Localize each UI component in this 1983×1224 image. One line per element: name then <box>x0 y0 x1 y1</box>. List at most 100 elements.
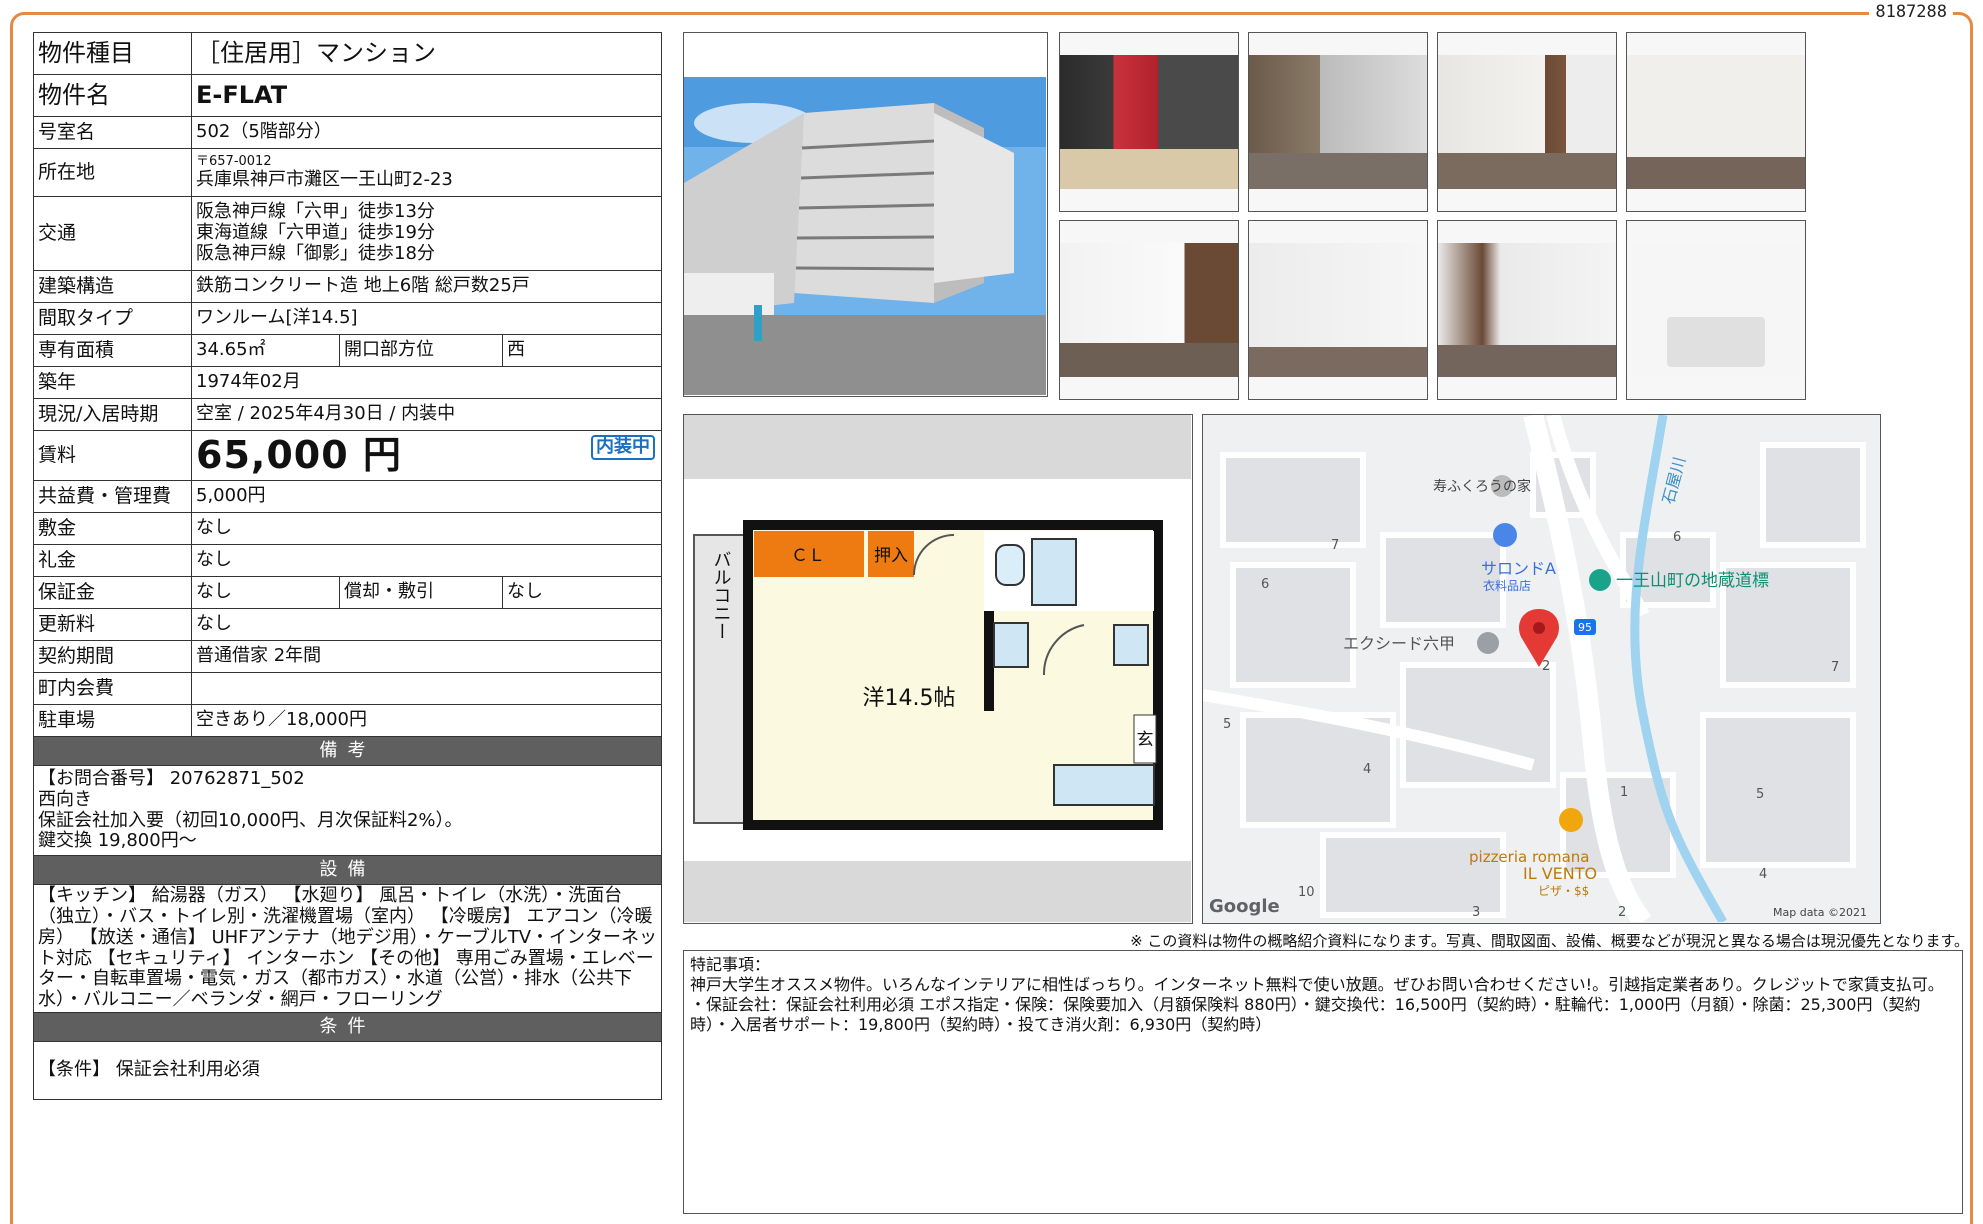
type-value: ［住居用］マンション <box>191 32 662 75</box>
notes-line: 保証会社加入要（初回10,000円、月次保証料2%）。 <box>38 809 463 831</box>
map-block-number: 10 <box>1298 885 1315 900</box>
map-block-number: 7 <box>1831 660 1839 675</box>
room-label: 号室名 <box>33 116 192 149</box>
photo-entrance-elevator <box>1059 32 1239 212</box>
notes-header: 備考 <box>33 736 662 766</box>
direction-value: 西 <box>502 334 662 367</box>
property-spec-table: 物件種目 ［住居用］マンション 物件名 E-FLAT 号室名 502（5階部分） 所在… <box>33 32 662 1100</box>
layout-label: 間取タイプ <box>33 302 192 335</box>
route-label: 95 <box>1578 621 1592 634</box>
rent-label: 賃料 <box>33 430 192 481</box>
contract-label: 契約期間 <box>33 640 192 673</box>
status-label: 現況/入居時期 <box>33 398 192 431</box>
map-label-excede: エクシード六甲 <box>1343 634 1455 653</box>
built-value: 1974年02月 <box>191 366 662 399</box>
layout-value: ワンルーム[洋14.5] <box>191 302 662 335</box>
notes-body: 【お問合番号】 20762871_502 西向き 保証会社加入要（初回10,000円… <box>33 765 662 856</box>
access-line: 阪急神戸線「御影」徒歩18分 <box>196 242 435 264</box>
renovation-badge: 内装中 <box>591 435 655 460</box>
address-cell: 〒657-0012 兵庫県神戸市灘区一王山町2-23 <box>191 148 662 197</box>
assoc-label: 町内会費 <box>33 672 192 705</box>
structure-value: 鉄筋コンクリート造 地上6階 総戸数25戸 <box>191 270 662 303</box>
remarks-line: 神戸大学生オススメ物件。いろんなインテリアに相性ばっちり。インターネット無料で使… <box>690 975 1944 994</box>
access-label: 交通 <box>33 196 192 271</box>
map-label-salon: サロンドA <box>1481 559 1556 578</box>
notes-line: 鍵交換 19,800円～ <box>38 830 197 852</box>
photo-room-window <box>1059 220 1239 400</box>
map-block-number: 7 <box>1331 538 1339 553</box>
building-exterior-photo <box>683 32 1048 397</box>
map-credit: Map data ©2021 <box>1773 906 1867 919</box>
map-label-jizo: 一王山町の地蔵道標 <box>1616 571 1769 591</box>
name-value: E-FLAT <box>191 74 662 117</box>
structure-label: 建築構造 <box>33 270 192 303</box>
rent-cell: 65,000 円 内装中 <box>191 430 662 481</box>
room-value: 502（5階部分） <box>191 116 662 149</box>
notes-line: 【お問合番号】 20762871_502 <box>38 768 305 790</box>
map-block-number: 1 <box>1620 785 1628 800</box>
floor-plan: ＣＬ 押入 洋14.5帖 玄 バルコニー <box>683 414 1193 924</box>
map-label-pizza3: ピザ・$$ <box>1538 884 1589 898</box>
assoc-value <box>191 672 662 705</box>
location-map[interactable]: 95 寿ふくろうの家 サロンドA 衣料品店 一王山町の地蔵道標 エクシード六甲 … <box>1202 414 1881 924</box>
parking-value: 空きあり／18,000円 <box>191 704 662 737</box>
parking-label: 駐車場 <box>33 704 192 737</box>
area-label: 専有面積 <box>33 334 192 367</box>
map-block-number: 2 <box>1542 659 1550 674</box>
keymoney-value: なし <box>191 544 662 577</box>
access-line: 東海道線「六甲道」徒歩19分 <box>196 222 435 244</box>
room-size-label: 洋14.5帖 <box>863 686 956 711</box>
map-label-salon-sub: 衣料品店 <box>1483 578 1531 593</box>
built-label: 築年 <box>33 366 192 399</box>
map-block-number: 6 <box>1261 577 1269 592</box>
access-line: 阪急神戸線「六甲」徒歩13分 <box>196 201 435 223</box>
map-label-kotobuki: 寿ふくろうの家 <box>1433 478 1531 495</box>
map-block-number: 6 <box>1673 530 1681 545</box>
map-label-pizza2: IL VENTO <box>1523 864 1597 883</box>
renewal-value: なし <box>191 608 662 641</box>
map-block-number: 5 <box>1223 717 1231 732</box>
photo-room-corner <box>1248 220 1428 400</box>
photo-laundry-area <box>1626 220 1806 400</box>
fee-value: 5,000円 <box>191 480 662 513</box>
balcony-label: バルコニー <box>711 550 732 640</box>
conditions-header: 条件 <box>33 1012 662 1042</box>
photo-room-closet <box>1437 32 1617 212</box>
conditions-body: 【条件】 保証会社利用必須 <box>33 1041 662 1100</box>
deposit-value: なし <box>191 512 662 545</box>
address-zip: 〒657-0012 <box>196 153 272 169</box>
status-value: 空室 / 2025年4月30日 / 内装中 <box>191 398 662 431</box>
amort-value: なし <box>502 576 662 609</box>
address-label: 所在地 <box>33 148 192 197</box>
facilities-header: 設備 <box>33 855 662 885</box>
map-block-number: 4 <box>1363 762 1371 777</box>
amort-label: 償却・敷引 <box>339 576 503 609</box>
area-value: 34.65㎡ <box>191 334 340 367</box>
photo-entrance-hall <box>1248 32 1428 212</box>
access-cell: 阪急神戸線「六甲」徒歩13分 東海道線「六甲道」徒歩19分 阪急神戸線「御影」徒歩1… <box>191 196 662 271</box>
photo-room-doors <box>1437 220 1617 400</box>
map-block-number: 4 <box>1759 867 1767 882</box>
photo-room-wide <box>1626 32 1806 212</box>
name-label: 物件名 <box>33 74 192 117</box>
special-remarks: 特記事項： 神戸大学生オススメ物件。いろんなインテリアに相性ばっちり。インターネ… <box>683 950 1963 1214</box>
keymoney-label: 礼金 <box>33 544 192 577</box>
remarks-title: 特記事項： <box>690 955 771 974</box>
map-block-number: 3 <box>1472 905 1480 920</box>
facilities-body: 【キッチン】 給湯器（ガス） 【水廻り】 風呂・トイレ（水洗）・洗面台（独立）・… <box>33 884 662 1013</box>
map-block-number: 5 <box>1756 787 1764 802</box>
address-value: 兵庫県神戸市灘区一王山町2-23 <box>196 168 453 190</box>
renewal-label: 更新料 <box>33 608 192 641</box>
document-id: 8187288 <box>1869 2 1953 22</box>
guarantee-label: 保証金 <box>33 576 192 609</box>
notes-line: 西向き <box>38 788 92 810</box>
direction-label: 開口部方位 <box>339 334 503 367</box>
contract-value: 普通借家 2年間 <box>191 640 662 673</box>
map-block-number: 2 <box>1618 905 1626 920</box>
closet-label: ＣＬ <box>791 546 825 566</box>
disclaimer: ※ この資料は物件の概略紹介資料になります。写真、間取図面、設備、概要などが現況… <box>1130 932 1969 950</box>
entrance-label: 玄 <box>1137 730 1154 750</box>
rent-value: 65,000 円 <box>196 432 402 477</box>
google-logo: Google <box>1209 896 1280 917</box>
type-label: 物件種目 <box>33 32 192 75</box>
